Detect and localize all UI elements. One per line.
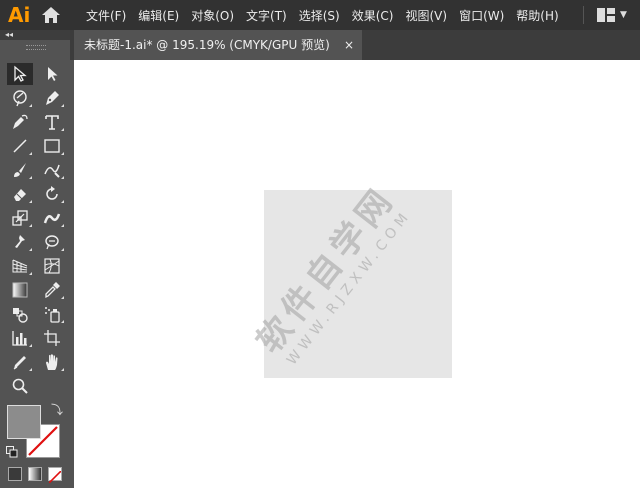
chevron-down-icon[interactable]: ▼ (620, 10, 630, 20)
close-icon[interactable]: × (344, 30, 354, 60)
menu-select[interactable]: 选择(S) (299, 7, 340, 24)
menu-file[interactable]: 文件(F) (86, 7, 126, 24)
main-menu: 文件(F) 编辑(E) 对象(O) 文字(T) 选择(S) 效果(C) 视图(V… (86, 0, 571, 30)
menu-bar: Ai 文件(F) 编辑(E) 对象(O) 文字(T) 选择(S) 效果(C) 视… (0, 0, 640, 30)
tool-group-indicator (61, 320, 64, 323)
menu-effect[interactable]: 效果(C) (352, 7, 394, 24)
menu-view[interactable]: 视图(V) (405, 7, 447, 24)
tool-group-indicator (29, 224, 32, 227)
width-tool-icon[interactable] (39, 207, 65, 229)
panel-grip[interactable] (26, 45, 46, 50)
puppet-warp-tool-icon[interactable] (7, 231, 33, 253)
tool-group-indicator (61, 296, 64, 299)
slice-tool-icon[interactable] (7, 351, 33, 373)
symbol-sprayer-tool-icon[interactable] (39, 303, 65, 325)
zoom-tool-icon[interactable] (7, 375, 33, 397)
none-icon (48, 470, 62, 484)
gradient-mode-button[interactable] (28, 467, 42, 481)
swap-fill-stroke-icon[interactable]: ⤵ (51, 404, 63, 416)
home-icon[interactable] (41, 6, 61, 24)
tool-group-indicator (29, 152, 32, 155)
fill-swatch[interactable] (7, 405, 41, 439)
tool-group-indicator (61, 224, 64, 227)
tool-group-indicator (29, 368, 32, 371)
none-mode-button[interactable] (48, 467, 62, 484)
scale-tool-icon[interactable] (7, 207, 33, 229)
shaper-tool-icon[interactable] (39, 159, 65, 181)
tool-group-indicator (29, 344, 32, 347)
hand-tool-icon[interactable] (39, 351, 65, 373)
tool-group-indicator (61, 248, 64, 251)
type-tool-icon[interactable] (39, 111, 65, 133)
tool-group-indicator (61, 176, 64, 179)
rectangle-tool-icon[interactable] (39, 135, 65, 157)
artboard-tool-icon[interactable] (39, 327, 65, 349)
tool-group-indicator (29, 272, 32, 275)
magic-wand-tool-icon[interactable] (7, 87, 33, 109)
workspace-switcher-icon[interactable] (597, 8, 615, 22)
line-segment-tool-icon[interactable] (7, 135, 33, 157)
eraser-tool-icon[interactable] (7, 183, 33, 205)
document-tab-label: 未标题-1.ai* @ 195.19% (CMYK/GPU 预览) (84, 38, 330, 52)
mesh-tool-icon[interactable] (39, 255, 65, 277)
rotate-tool-icon[interactable] (39, 183, 65, 205)
paintbrush-tool-icon[interactable] (7, 159, 33, 181)
tool-group-indicator (29, 176, 32, 179)
menu-object[interactable]: 对象(O) (191, 7, 234, 24)
tool-group-indicator (29, 104, 32, 107)
free-transform-tool-icon[interactable] (39, 231, 65, 253)
blend-tool-icon[interactable] (7, 303, 33, 325)
pen-tool-icon[interactable] (39, 87, 65, 109)
gradient-tool-icon[interactable] (7, 279, 33, 301)
menu-window[interactable]: 窗口(W) (459, 7, 504, 24)
direct-selection-tool-icon[interactable] (39, 63, 65, 85)
eyedropper-tool-icon[interactable] (39, 279, 65, 301)
tool-group-indicator (61, 368, 64, 371)
menu-type[interactable]: 文字(T) (246, 7, 287, 24)
document-tab[interactable]: 未标题-1.ai* @ 195.19% (CMYK/GPU 预览) × (74, 30, 362, 60)
menu-edit[interactable]: 编辑(E) (138, 7, 179, 24)
default-fill-stroke-icon[interactable] (6, 446, 18, 458)
curvature-tool-icon[interactable] (7, 111, 33, 133)
collapse-panel-icon[interactable]: ◂◂ (5, 31, 13, 39)
tool-group-indicator (61, 152, 64, 155)
tool-group-indicator (61, 200, 64, 203)
tool-group-indicator (61, 104, 64, 107)
menu-divider (583, 6, 584, 24)
tool-group-indicator (29, 200, 32, 203)
app-logo: Ai (8, 3, 31, 27)
perspective-grid-tool-icon[interactable] (7, 255, 33, 277)
tool-group-indicator (29, 248, 32, 251)
tool-group-indicator (61, 128, 64, 131)
menu-help[interactable]: 帮助(H) (516, 7, 558, 24)
color-mode-button[interactable] (8, 467, 22, 481)
column-graph-tool-icon[interactable] (7, 327, 33, 349)
selection-tool-icon[interactable] (7, 63, 33, 85)
